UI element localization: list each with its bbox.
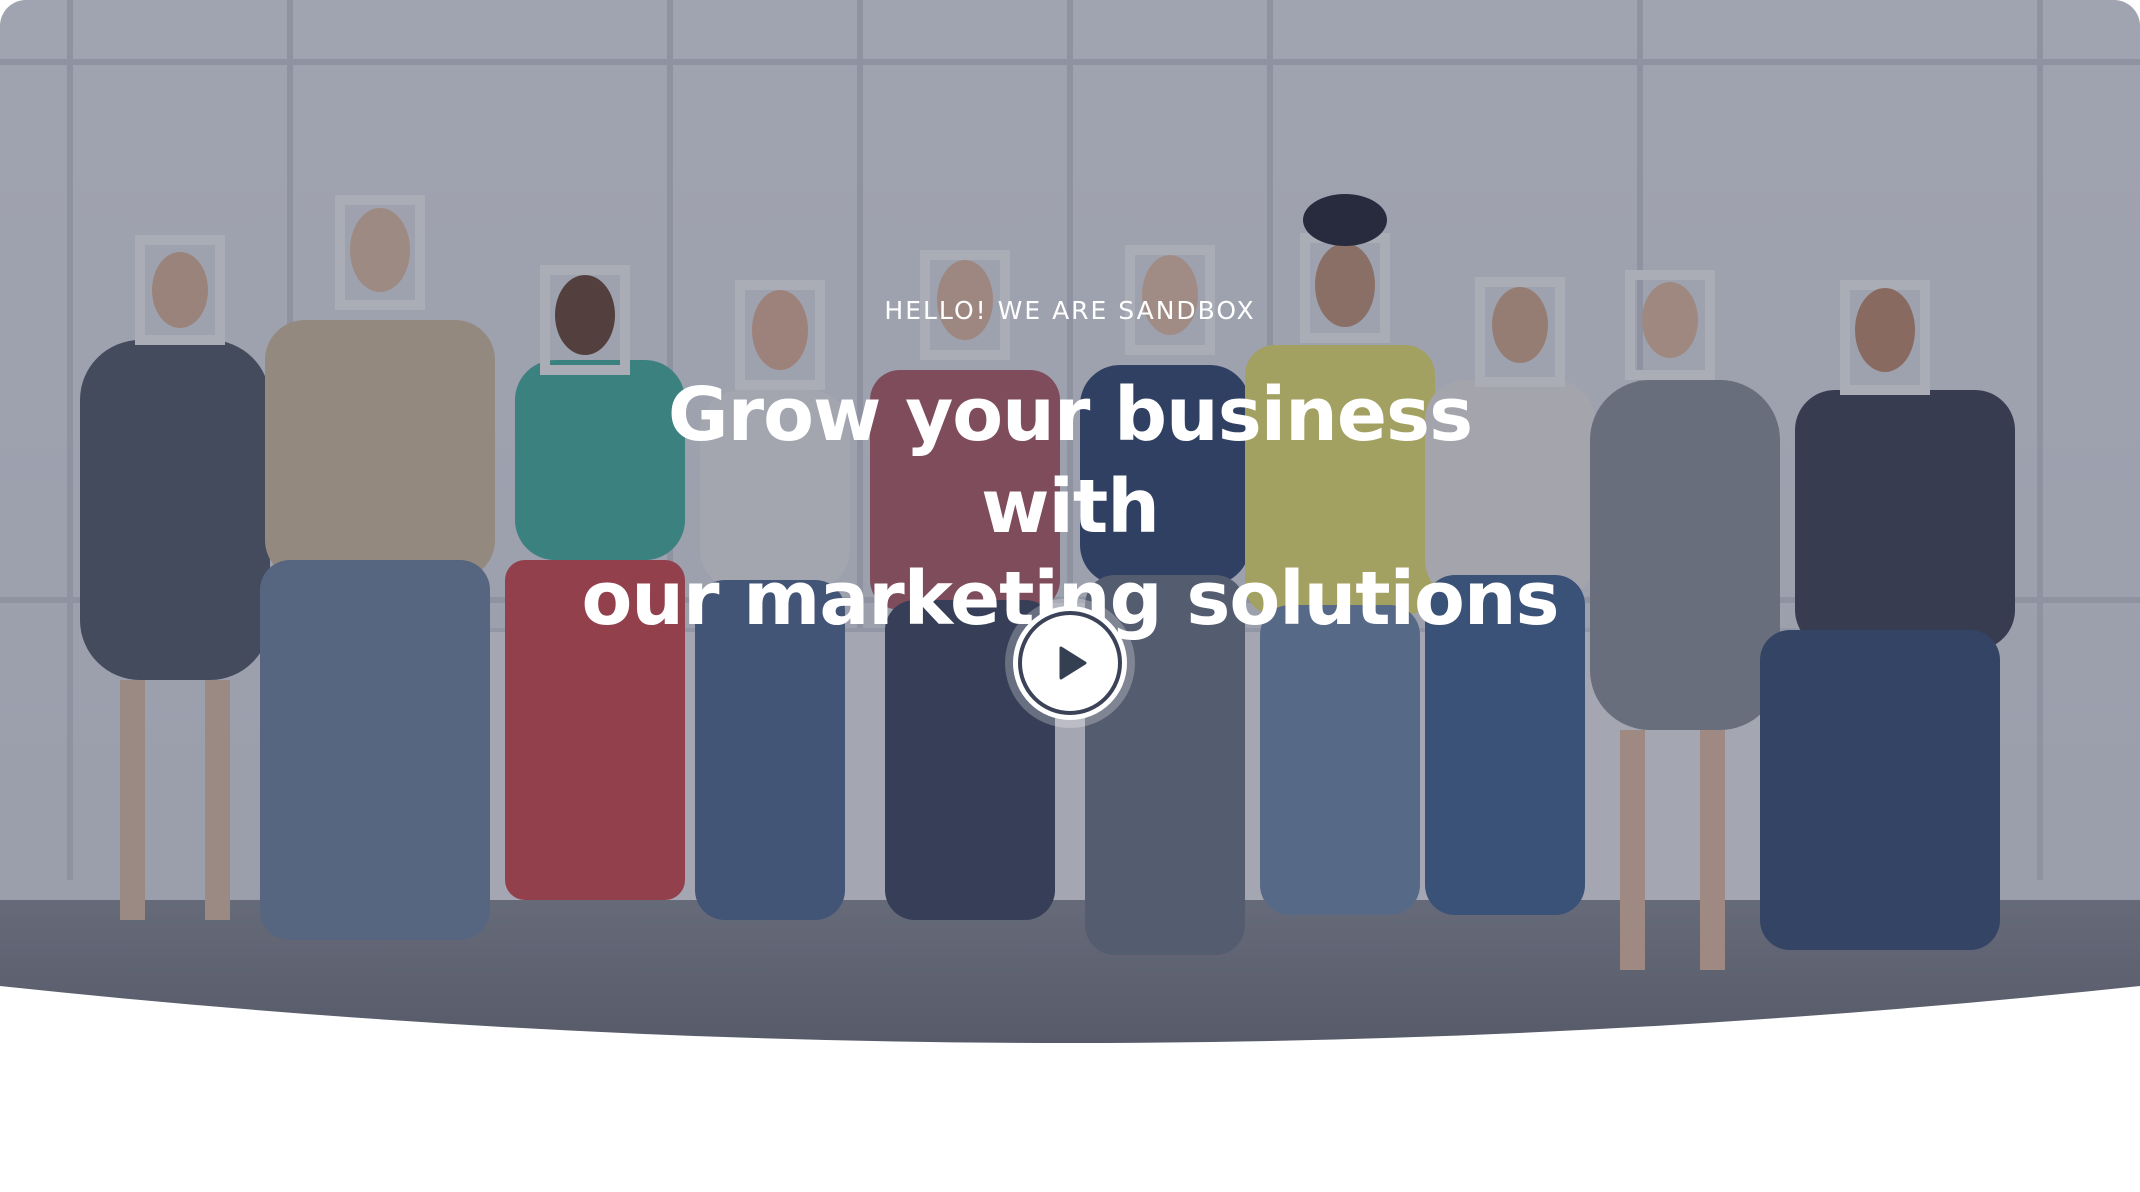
hero-content: HELLO! WE ARE SANDBOX Grow your business…: [0, 296, 2140, 645]
hero-headline-line-1: Grow your business with: [667, 372, 1473, 550]
page: HELLO! WE ARE SANDBOX Grow your business…: [0, 0, 2140, 1192]
play-icon: [1018, 611, 1122, 715]
hero-eyebrow: HELLO! WE ARE SANDBOX: [884, 296, 1256, 325]
play-video-button[interactable]: [1013, 606, 1127, 720]
hero-headline: Grow your business with our marketing so…: [570, 369, 1570, 645]
hero-section: HELLO! WE ARE SANDBOX Grow your business…: [0, 0, 2140, 1060]
